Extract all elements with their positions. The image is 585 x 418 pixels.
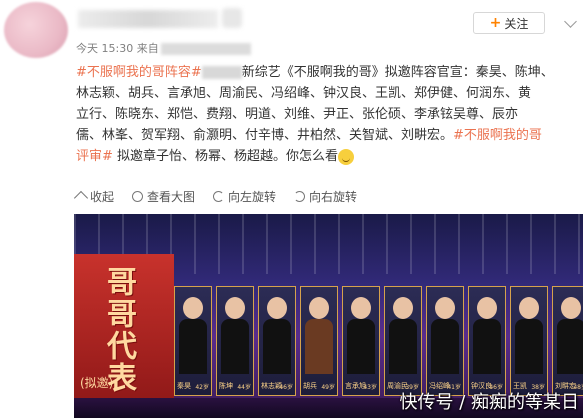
- image-toolbar: 收起 查看大图 向左旋转 向右旋转: [73, 186, 357, 206]
- view-large-label: 查看大图: [147, 189, 196, 204]
- plus-icon: +: [489, 15, 502, 31]
- blurred-text: [201, 66, 242, 79]
- post-text-line2: 林志颖、胡兵、言承旭、周渝民、冯绍峰、钟汉良、王凯、郑伊健、何润东、黄: [76, 86, 532, 101]
- portrait-face: [393, 297, 413, 319]
- cast-card: 林志颖 46岁: [258, 286, 296, 396]
- portrait-body: [347, 319, 375, 374]
- rotate-right-button[interactable]: 向右旋转: [294, 186, 357, 206]
- cast-card: 周渝民 39岁: [384, 286, 422, 396]
- portrait-body: [389, 319, 417, 374]
- cast-card: 冯绍峰 41岁: [426, 286, 464, 396]
- watermark: 快传号 / 痴痴的等某日: [399, 392, 579, 413]
- portrait-body: [179, 319, 207, 374]
- portrait-body: [431, 319, 459, 374]
- portrait-body: [221, 319, 249, 374]
- cast-name: 胡兵: [303, 382, 317, 390]
- portrait-face: [351, 297, 371, 319]
- post-text-line3: 立行、陈晓东、郑恺、费翔、明道、刘维、尹正、张伦硕、李承铉吴尊、辰亦: [76, 107, 519, 122]
- cast-card: 言承旭 43岁: [342, 286, 380, 396]
- portrait-body: [263, 319, 291, 374]
- post-image[interactable]: 哥哥代表 (拟邀) 秦昊 42岁 陈坤 44岁 林志颖 46岁 胡兵 49岁 言承旭 43岁 周渝民…: [74, 214, 583, 418]
- portrait-body: [305, 319, 333, 374]
- portrait-body: [557, 319, 583, 374]
- follow-label: 关注: [504, 16, 529, 31]
- follow-button[interactable]: + 关注: [473, 12, 545, 34]
- cast-age: 46岁: [279, 384, 293, 391]
- portrait-body: [473, 319, 501, 374]
- verified-badge-blurred: [222, 8, 242, 28]
- chevron-down-icon[interactable]: [564, 15, 577, 28]
- post-text-line4: 儒、林峯、贺军翔、俞灏明、付辛博、井柏然、关智斌、刘畊宏。: [76, 128, 454, 143]
- panel-subtitle: (拟邀): [80, 376, 114, 390]
- cast-cards: 秦昊 42岁 陈坤 44岁 林志颖 46岁 胡兵 49岁 言承旭 43岁 周渝民 39岁 冯绍峰 41岁钟…: [174, 286, 583, 396]
- cast-name: 秦昊: [177, 382, 191, 390]
- cast-age: 49岁: [321, 384, 335, 391]
- cast-name: 陈坤: [219, 382, 233, 390]
- cast-card: 秦昊 42岁: [174, 286, 212, 396]
- post-text-line5: 拟邀章子怡、杨幂、杨超越。你怎么看: [117, 149, 339, 164]
- portrait-face: [561, 297, 581, 319]
- collapse-label: 收起: [90, 189, 115, 204]
- post-text: #不服啊我的哥阵容# 新综艺《不服啊我的哥》拟邀阵容官宣：秦昊、陈坤、 林志颖、胡…: [76, 62, 578, 167]
- cast-card: 王凯 38岁: [510, 286, 548, 396]
- hashtag-link-2-cont[interactable]: 评审#: [76, 149, 113, 164]
- portrait-face: [225, 297, 245, 319]
- portrait-face: [519, 297, 539, 319]
- rotate-right-label: 向右旋转: [309, 189, 358, 204]
- rotate-left-label: 向左旋转: [228, 189, 277, 204]
- hashtag-link[interactable]: #不服啊我的哥阵容#: [76, 65, 202, 80]
- cast-card: 胡兵 49岁: [300, 286, 338, 396]
- portrait-face: [183, 297, 203, 319]
- post-meta: 今天 15:30 来自: [76, 40, 251, 56]
- cast-age: 43岁: [363, 384, 377, 391]
- post-text-line1: 新综艺《不服啊我的哥》拟邀阵容官宣：秦昊、陈坤、: [241, 65, 554, 80]
- rotate-left-icon: [213, 190, 225, 202]
- post-header: 今天 15:30 来自 + 关注: [0, 0, 585, 60]
- portrait-body: [515, 319, 543, 374]
- rotate-right-icon: [294, 190, 306, 202]
- view-large-button[interactable]: 查看大图: [132, 186, 195, 206]
- cast-card: 刘畊宏48岁: [552, 286, 583, 396]
- collapse-icon: [73, 190, 89, 206]
- cast-age: 42岁: [195, 384, 209, 391]
- cast-card: 陈坤 44岁: [216, 286, 254, 396]
- portrait-face: [477, 297, 497, 319]
- collapse-button[interactable]: 收起: [73, 186, 115, 206]
- avatar[interactable]: [4, 2, 68, 58]
- magnifier-icon: [132, 190, 144, 202]
- cast-card: 钟汉良 46岁: [468, 286, 506, 396]
- hashtag-link-2[interactable]: #不服啊我的哥: [453, 128, 542, 143]
- thinking-emoji-icon: [338, 148, 355, 165]
- portrait-face: [267, 297, 287, 319]
- portrait-face: [435, 297, 455, 319]
- source-blurred: [160, 43, 251, 55]
- username-blurred[interactable]: [78, 10, 218, 28]
- cast-age: 44岁: [237, 384, 251, 391]
- post-time: 今天 15:30 来自: [76, 42, 159, 55]
- portrait-face: [309, 297, 329, 319]
- rotate-left-button[interactable]: 向左旋转: [213, 186, 276, 206]
